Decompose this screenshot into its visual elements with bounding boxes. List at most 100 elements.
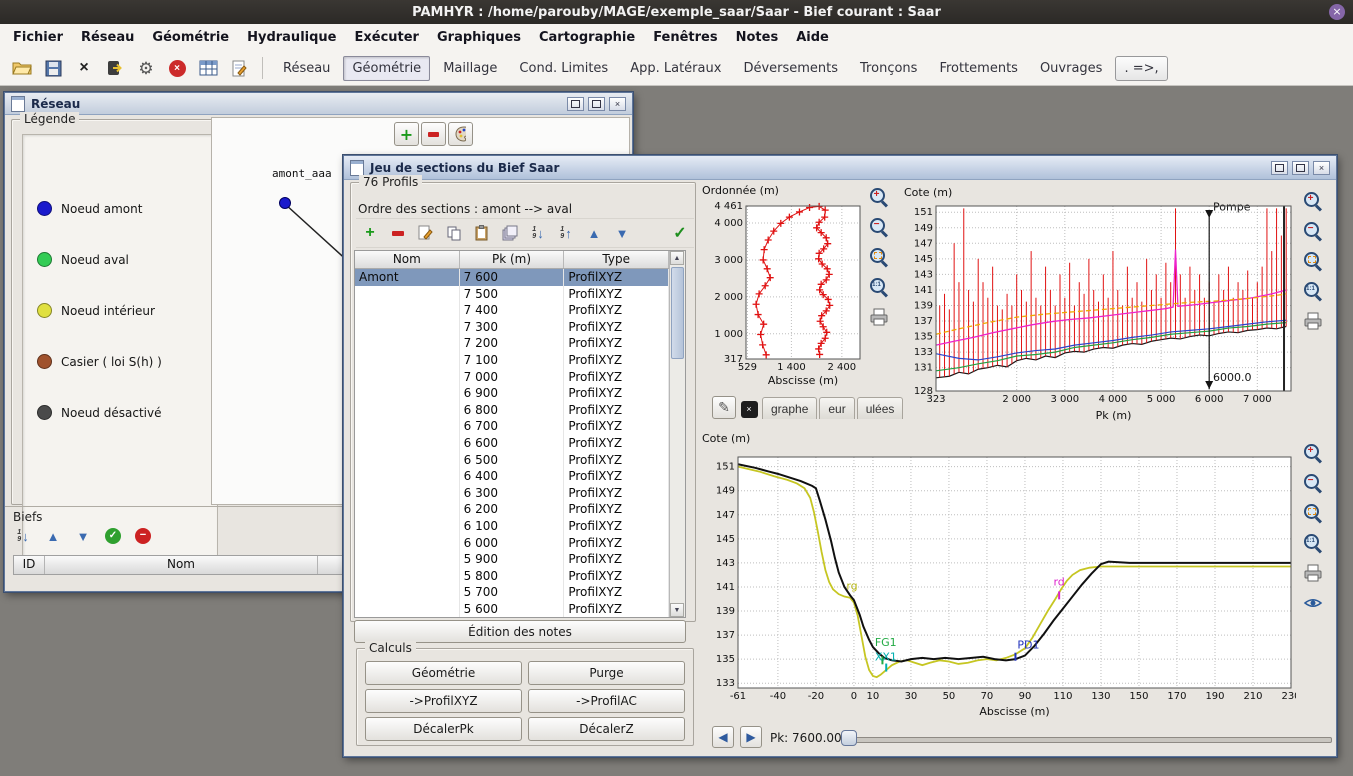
print-icon[interactable] <box>1302 310 1324 332</box>
table-row[interactable]: 6 400 ProfilXYZ <box>355 468 669 485</box>
menu-item[interactable]: Cartographie <box>530 27 644 48</box>
zoom-out-icon[interactable]: − <box>1302 220 1324 242</box>
zoom-in-icon[interactable]: + <box>868 186 890 208</box>
next-profile-button[interactable]: ▶ <box>740 726 762 748</box>
import-icon[interactable] <box>103 56 127 80</box>
toolbar-mode-button[interactable]: Déversements <box>734 56 847 81</box>
plan-view-chart[interactable]: 4 4614 0003 0002 0001 0003175291 4002 40… <box>700 182 864 388</box>
plot-tab[interactable]: graphe <box>762 397 817 419</box>
print-icon[interactable] <box>868 306 890 328</box>
table-row[interactable]: 6 300 ProfilXYZ <box>355 485 669 502</box>
zoom-reset-icon[interactable]: 1:1 <box>868 276 890 298</box>
toolbar-mode-button[interactable]: Cond. Limites <box>510 56 617 81</box>
scroll-up-icon[interactable]: ▲ <box>670 251 684 265</box>
add-node-button[interactable]: + <box>394 122 419 146</box>
table-row[interactable]: 6 000 ProfilXYZ <box>355 535 669 552</box>
table-row[interactable]: 6 700 ProfilXYZ <box>355 418 669 435</box>
table-row[interactable]: 7 400 ProfilXYZ <box>355 302 669 319</box>
upstream-node[interactable] <box>280 198 291 209</box>
copy-icon[interactable] <box>444 223 464 243</box>
table-row[interactable]: 7 000 ProfilXYZ <box>355 369 669 386</box>
close-model-icon[interactable]: × <box>72 56 96 80</box>
edit-notes-button[interactable]: Édition des notes <box>354 620 686 643</box>
table-scrollbar[interactable]: ▲ ▼ <box>669 251 685 617</box>
menu-item[interactable]: Notes <box>727 27 788 48</box>
close-window-button[interactable]: × <box>1313 161 1330 175</box>
validate-icon[interactable]: ✓ <box>670 223 690 243</box>
move-down-icon[interactable]: ▼ <box>73 526 93 546</box>
table-row[interactable]: 6 200 ProfilXYZ <box>355 501 669 518</box>
toolbar-mode-button[interactable]: Géométrie <box>343 56 430 81</box>
scroll-down-icon[interactable]: ▼ <box>670 603 684 617</box>
biefs-column-header[interactable]: ID <box>14 556 45 574</box>
folder-open-icon[interactable] <box>10 56 34 80</box>
menu-item[interactable]: Géométrie <box>143 27 238 48</box>
table-row[interactable]: 7 100 ProfilXYZ <box>355 352 669 369</box>
draw-pencil-icon[interactable]: ✎ <box>712 396 736 419</box>
delete-bief-icon[interactable]: − <box>133 526 153 546</box>
reseau-window-titlebar[interactable]: Réseau × <box>5 93 632 115</box>
zoom-in-icon[interactable]: + <box>1302 190 1324 212</box>
menu-item[interactable]: Aide <box>787 27 838 48</box>
table-row[interactable]: 7 300 ProfilXYZ <box>355 319 669 336</box>
menu-item[interactable]: Hydraulique <box>238 27 345 48</box>
previous-profile-button[interactable]: ◀ <box>712 726 734 748</box>
move-down-icon[interactable]: ▼ <box>612 223 632 243</box>
calcul-button[interactable]: DécalerPk <box>365 717 522 741</box>
toolbar-mode-button[interactable]: Réseau <box>274 56 339 81</box>
toolbar-mode-button[interactable]: Tronçons <box>851 56 926 81</box>
maximize-window-button[interactable] <box>1292 161 1309 175</box>
calcul-button[interactable]: Purge <box>528 661 685 685</box>
plot-tab[interactable]: eur <box>819 397 854 419</box>
pk-slider-thumb[interactable] <box>841 730 857 746</box>
save-icon[interactable] <box>41 56 65 80</box>
calcul-button[interactable]: ->ProfilAC <box>528 689 685 713</box>
table-row[interactable]: 7 500 ProfilXYZ <box>355 286 669 303</box>
enable-bief-icon[interactable]: ✓ <box>103 526 123 546</box>
table-row[interactable]: Amont 7 600 ProfilXYZ <box>355 269 669 286</box>
table-icon[interactable] <box>196 56 220 80</box>
sort-ascending-icon[interactable]: 19↑ <box>556 223 576 243</box>
paste-icon[interactable] <box>472 223 492 243</box>
table-row[interactable]: 5 900 ProfilXYZ <box>355 551 669 568</box>
move-up-icon[interactable]: ▲ <box>43 526 63 546</box>
menu-item[interactable]: Fenêtres <box>644 27 726 48</box>
cross-section-chart[interactable]: 151149147145143141139137135133-61-40-200… <box>700 430 1296 719</box>
zoom-window-icon[interactable] <box>1302 502 1324 524</box>
restore-window-button[interactable] <box>1271 161 1288 175</box>
table-row[interactable]: 5 700 ProfilXYZ <box>355 584 669 601</box>
sections-window-titlebar[interactable]: Jeu de sections du Bief Saar × <box>344 156 1336 180</box>
toolbar-mode-button[interactable]: . =>, <box>1115 56 1167 81</box>
menu-item[interactable]: Fichier <box>4 27 72 48</box>
calcul-button[interactable]: DécalerZ <box>528 717 685 741</box>
zoom-reset-icon[interactable]: 1:1 <box>1302 280 1324 302</box>
calcul-button[interactable]: ->ProfilXYZ <box>365 689 522 713</box>
close-window-button[interactable]: × <box>609 97 626 111</box>
menu-item[interactable]: Réseau <box>72 27 143 48</box>
menu-item[interactable]: Graphiques <box>428 27 530 48</box>
column-header[interactable]: Type <box>564 251 669 268</box>
menu-item[interactable]: Exécuter <box>345 27 428 48</box>
print-icon[interactable] <box>1302 562 1324 584</box>
calcul-button[interactable]: Géométrie <box>365 661 522 685</box>
toolbar-mode-button[interactable]: Frottements <box>930 56 1027 81</box>
table-row[interactable]: 6 900 ProfilXYZ <box>355 385 669 402</box>
table-row[interactable]: 6 100 ProfilXYZ <box>355 518 669 535</box>
toolbar-mode-button[interactable]: App. Latéraux <box>621 56 730 81</box>
sort-descending-icon[interactable]: 19↓ <box>528 223 548 243</box>
table-row[interactable]: 5 800 ProfilXYZ <box>355 568 669 585</box>
edit-profile-icon[interactable] <box>416 223 436 243</box>
palette-icon[interactable] <box>448 122 473 146</box>
duplicate-icon[interactable] <box>500 223 520 243</box>
maximize-window-button[interactable] <box>588 97 605 111</box>
longitudinal-profile-chart[interactable]: 1511491471451431411391371351331311283232… <box>902 184 1296 423</box>
table-row[interactable]: 6 600 ProfilXYZ <box>355 435 669 452</box>
stop-icon[interactable]: × <box>165 56 189 80</box>
toolbar-mode-button[interactable]: Maillage <box>434 56 506 81</box>
app-close-button[interactable]: × <box>1329 4 1345 20</box>
zoom-out-icon[interactable]: − <box>1302 472 1324 494</box>
zoom-in-icon[interactable]: + <box>1302 442 1324 464</box>
table-row[interactable]: 6 800 ProfilXYZ <box>355 402 669 419</box>
move-up-icon[interactable]: ▲ <box>584 223 604 243</box>
restore-window-button[interactable] <box>567 97 584 111</box>
